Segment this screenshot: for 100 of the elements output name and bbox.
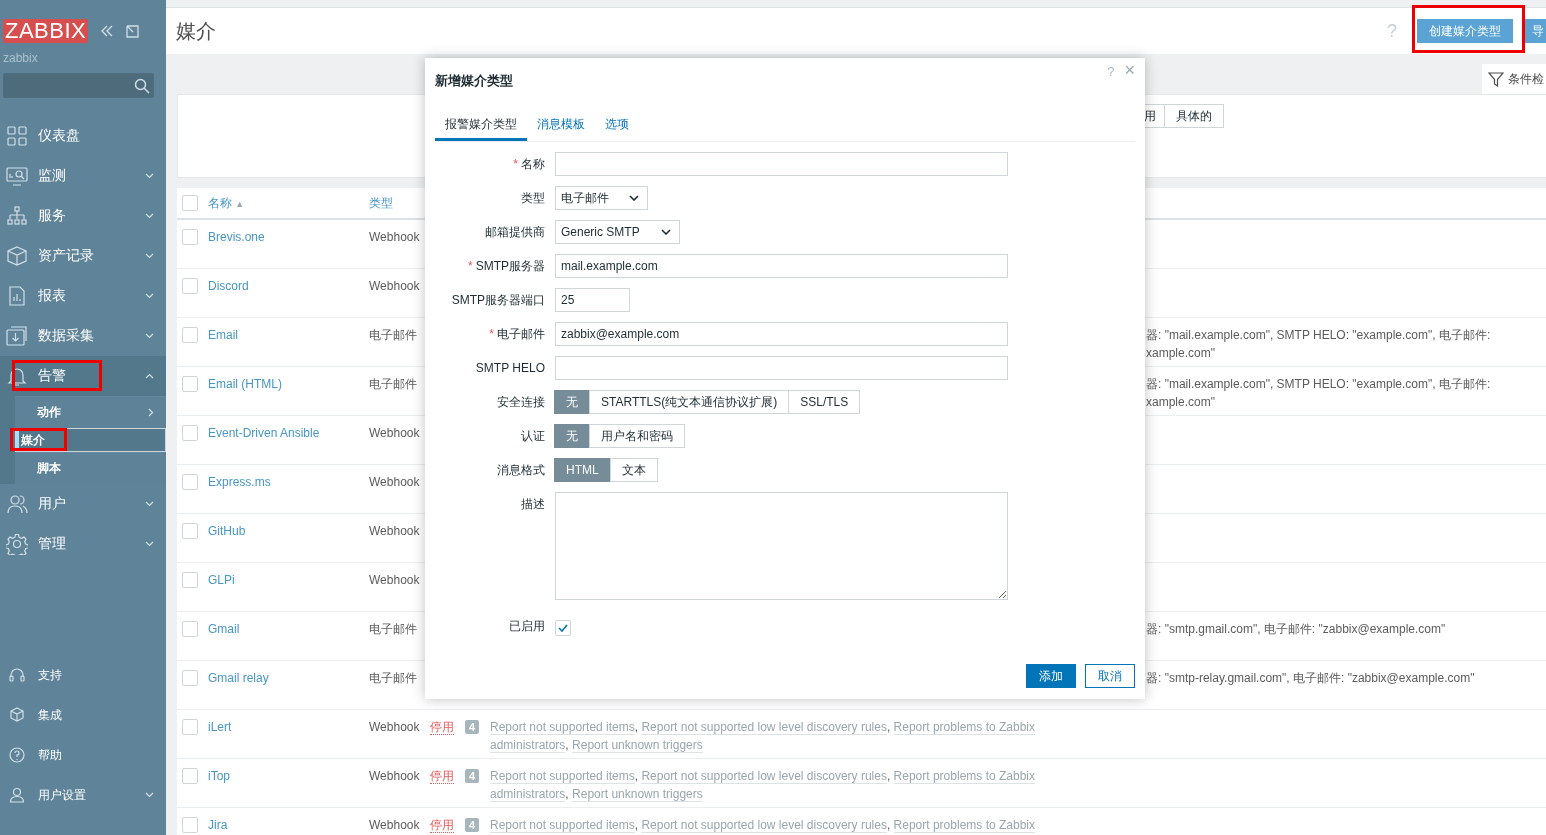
action-link[interactable]: Report unknown triggers: [572, 738, 703, 753]
status-link[interactable]: 停用: [430, 720, 454, 735]
row-checkbox[interactable]: [182, 719, 198, 735]
segment-option[interactable]: 用户名和密码: [589, 424, 685, 448]
media-details: 器: "mail.example.com", SMTP HELO: "example.com", 电子邮件:: [1146, 327, 1492, 344]
column-header[interactable]: 类型: [369, 194, 393, 212]
dropdown[interactable]: Generic SMTP: [555, 220, 680, 244]
segment-option[interactable]: 无: [554, 390, 590, 414]
dialog-tab[interactable]: 报警媒介类型: [435, 110, 527, 141]
row-checkbox[interactable]: [182, 768, 198, 784]
menu-item[interactable]: 告警: [0, 356, 166, 396]
menu-item[interactable]: 监测: [0, 156, 166, 196]
row-checkbox[interactable]: [182, 572, 198, 588]
segment-option[interactable]: SSL/TLS: [788, 390, 861, 414]
media-name-link[interactable]: Jira: [208, 816, 369, 834]
bell-icon: [6, 365, 28, 387]
segment-option[interactable]: HTML: [554, 458, 611, 482]
menu-item[interactable]: 报表: [0, 276, 166, 316]
description-field[interactable]: [555, 492, 1008, 600]
field-label: SMTP服务器: [475, 258, 545, 273]
menu-label: 帮助: [38, 746, 63, 764]
collapse-icon[interactable]: [100, 25, 115, 37]
action-link[interactable]: Report problems to Zabbix: [893, 720, 1035, 735]
media-name-link[interactable]: Brevis.one: [208, 228, 369, 246]
text-field[interactable]: zabbix@example.com: [555, 322, 1008, 346]
row-checkbox[interactable]: [182, 278, 198, 294]
kiosk-mode-icon[interactable]: [126, 24, 140, 38]
row-checkbox[interactable]: [182, 523, 198, 539]
status-link[interactable]: 停用: [430, 769, 454, 784]
enabled-checkbox[interactable]: [555, 620, 571, 636]
dialog-tab[interactable]: 选项: [595, 110, 639, 141]
row-checkbox[interactable]: [182, 670, 198, 686]
segment-option[interactable]: STARTTLS(纯文本通信协议扩展): [589, 390, 790, 414]
text-field[interactable]: [555, 152, 1008, 176]
action-link[interactable]: Report not supported items: [490, 720, 635, 735]
chevron-down-icon: [145, 253, 154, 259]
media-type: Webhook: [369, 229, 421, 246]
menu-item[interactable]: 资产记录: [0, 236, 166, 276]
cancel-button[interactable]: 取消: [1085, 664, 1135, 688]
status-option[interactable]: 具体的: [1164, 104, 1224, 128]
action-link[interactable]: Report not supported low level discovery rules: [641, 769, 887, 784]
action-link[interactable]: Report not supported items: [490, 769, 635, 784]
media-name-link[interactable]: iTop: [208, 767, 369, 785]
row-checkbox[interactable]: [182, 425, 198, 441]
row-checkbox[interactable]: [182, 817, 198, 833]
menu-item[interactable]: 集成: [0, 695, 166, 735]
submenu-item[interactable]: 脚本: [15, 452, 166, 484]
media-name-link[interactable]: Gmail relay: [208, 669, 369, 687]
action-link[interactable]: Report problems to Zabbix: [893, 818, 1035, 833]
media-name-link[interactable]: GitHub: [208, 522, 369, 540]
menu-item[interactable]: 数据采集: [0, 316, 166, 356]
media-name-link[interactable]: Email (HTML): [208, 375, 369, 393]
menu-item[interactable]: 服务: [0, 196, 166, 236]
action-link[interactable]: Report not supported low level discovery rules: [641, 818, 887, 833]
filter-tab[interactable]: 条件检: [1482, 64, 1546, 94]
media-name-link[interactable]: Gmail: [208, 620, 369, 638]
media-name-link[interactable]: Email: [208, 326, 369, 344]
import-button[interactable]: 导: [1523, 19, 1546, 43]
menu-item[interactable]: 管理: [0, 524, 166, 564]
text-field[interactable]: mail.example.com: [555, 254, 1008, 278]
row-checkbox[interactable]: [182, 229, 198, 245]
row-checkbox[interactable]: [182, 327, 198, 343]
select-all-checkbox[interactable]: [182, 195, 198, 211]
media-name-link[interactable]: Express.ms: [208, 473, 369, 491]
action-link[interactable]: Report not supported items: [490, 818, 635, 833]
menu-item[interactable]: 仪表盘: [0, 116, 166, 156]
help-link[interactable]: ?: [1107, 64, 1115, 79]
field-label: 类型: [521, 190, 545, 205]
action-link[interactable]: Report not supported low level discovery rules: [641, 720, 887, 735]
status-link[interactable]: 停用: [430, 818, 454, 833]
text-field[interactable]: [555, 356, 1008, 380]
row-checkbox[interactable]: [182, 621, 198, 637]
field-label: 邮箱提供商: [485, 224, 545, 239]
row-checkbox[interactable]: [182, 474, 198, 490]
dialog-tab[interactable]: 消息模板: [527, 110, 595, 141]
create-media-type-button[interactable]: 创建媒介类型: [1417, 19, 1513, 43]
menu-item[interactable]: 用户: [0, 484, 166, 524]
menu-label: 数据采集: [38, 327, 94, 345]
add-button[interactable]: 添加: [1026, 664, 1076, 688]
dropdown[interactable]: 电子邮件: [555, 186, 648, 210]
text-field[interactable]: 25: [555, 288, 630, 312]
action-link[interactable]: Report problems to Zabbix: [893, 769, 1035, 784]
search-field[interactable]: [3, 73, 154, 98]
segment-option[interactable]: 文本: [609, 458, 658, 482]
media-name-link[interactable]: GLPi: [208, 571, 369, 589]
submenu-item[interactable]: 动作: [15, 396, 166, 428]
media-name-link[interactable]: iLert: [208, 718, 369, 736]
media-name-link[interactable]: Event-Driven Ansible: [208, 424, 369, 442]
segment-option[interactable]: 无: [554, 424, 590, 448]
zabbix-logo[interactable]: ZABBIX: [3, 19, 89, 43]
menu-item[interactable]: 支持: [0, 655, 166, 695]
column-header[interactable]: 名称: [208, 195, 232, 210]
menu-label: 集成: [38, 706, 63, 724]
media-name-link[interactable]: Discord: [208, 277, 369, 295]
menu-label: 仪表盘: [38, 127, 80, 145]
row-checkbox[interactable]: [182, 376, 198, 392]
menu-item[interactable]: 用户设置: [0, 775, 166, 815]
close-button[interactable]: ×: [1114, 60, 1135, 80]
menu-item[interactable]: 帮助: [0, 735, 166, 775]
action-link[interactable]: Report unknown triggers: [572, 787, 703, 802]
